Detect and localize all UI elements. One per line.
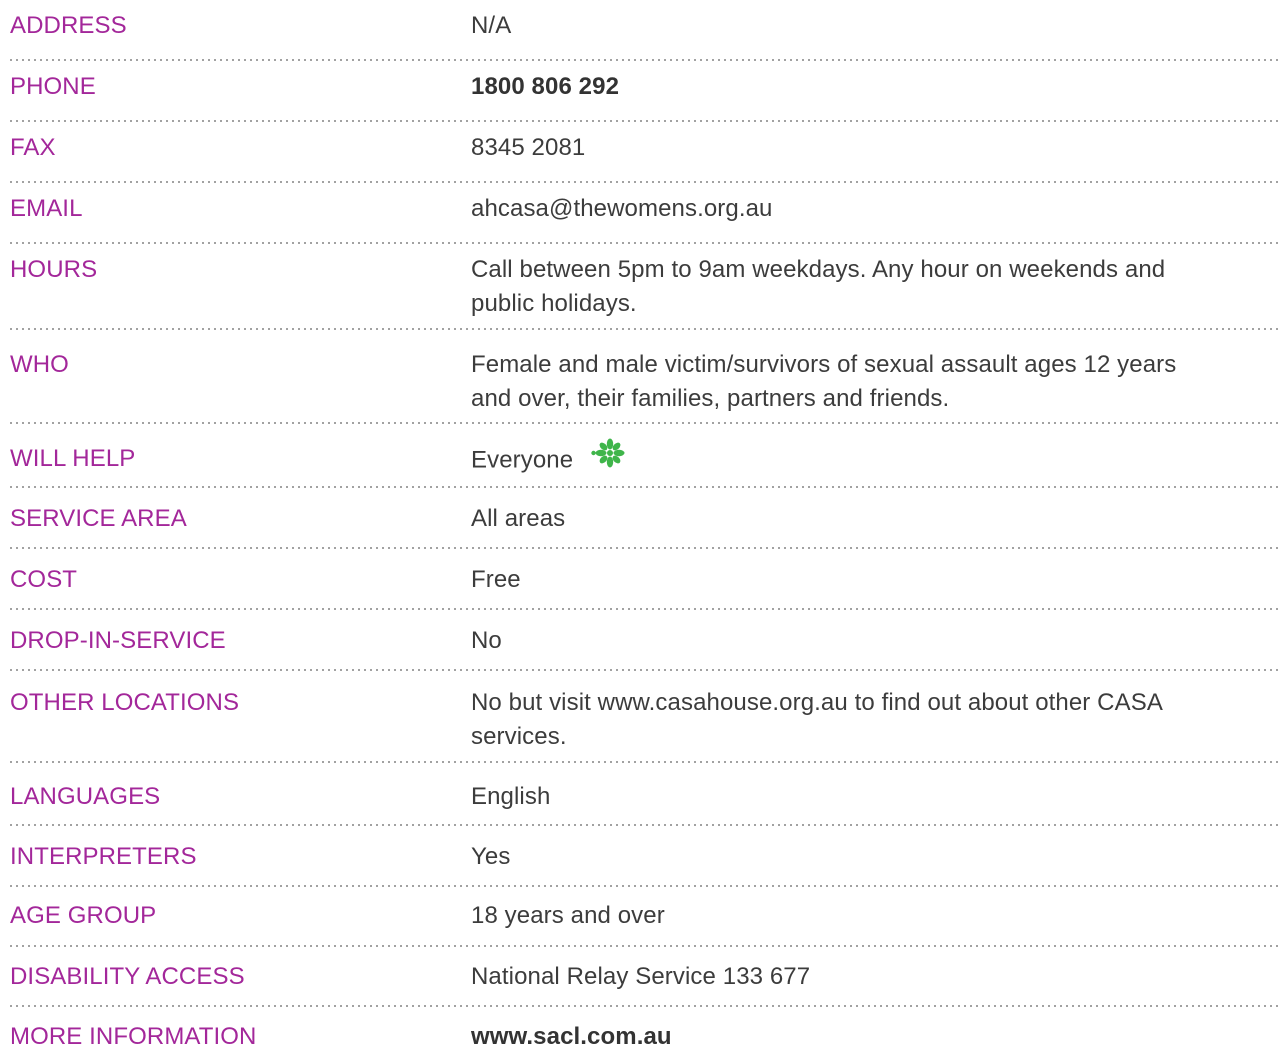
more-information-link[interactable]: www.sacl.com.au	[471, 1020, 1271, 1054]
row-more-information: MORE INFORMATION www.sacl.com.au	[0, 1020, 1281, 1050]
will-help-text: Everyone	[471, 446, 574, 474]
row-disability-access: DISABILITY ACCESS National Relay Service…	[0, 960, 1281, 1007]
cost-value: Free	[471, 566, 521, 593]
phone-label: PHONE	[10, 73, 96, 100]
drop-in-service-label: DROP-IN-SERVICE	[10, 627, 226, 654]
hours-label: HOURS	[10, 256, 98, 283]
interpreters-label: INTERPRETERS	[10, 843, 197, 870]
who-value-line-2: and over, their families, partners and f…	[471, 385, 950, 412]
hours-value-line-1: Call between 5pm to 9am weekdays. Any ho…	[471, 256, 1166, 283]
row-address: ADDRESS N/A	[0, 9, 1281, 61]
row-service-area: SERVICE AREA All areas	[0, 502, 1281, 549]
service-area-value: All areas	[471, 505, 566, 532]
will-help-value: Everyone	[471, 438, 1271, 480]
other-locations-label: OTHER LOCATIONS	[10, 689, 240, 716]
who-value-line-1: Female and male victim/survivors of sexu…	[471, 351, 1177, 378]
phone-value[interactable]: 1800 806 292	[471, 70, 1271, 104]
disability-access-value: National Relay Service 133 677	[471, 963, 811, 990]
row-who: WHO Female and male victim/survivors of …	[0, 348, 1281, 424]
disability-access-label: DISABILITY ACCESS	[10, 963, 245, 990]
interpreters-value: Yes	[471, 843, 511, 870]
hours-value: Call between 5pm to 9am weekdays. Any ho…	[471, 253, 1271, 321]
languages-value: English	[471, 783, 551, 810]
who-label: WHO	[10, 351, 69, 378]
service-area-label: SERVICE AREA	[10, 505, 187, 532]
row-hours: HOURS Call between 5pm to 9am weekdays. …	[0, 253, 1281, 330]
row-interpreters: INTERPRETERS Yes	[0, 840, 1281, 887]
who-value: Female and male victim/survivors of sexu…	[471, 348, 1271, 416]
fax-value: 8345 2081	[471, 134, 586, 161]
age-group-value: 18 years and over	[471, 902, 665, 929]
email-value[interactable]: ahcasa@thewomens.org.au	[471, 192, 1271, 226]
green-flower-icon	[591, 436, 629, 480]
age-group-label: AGE GROUP	[10, 902, 157, 929]
email-label: EMAIL	[10, 195, 83, 222]
languages-label: LANGUAGES	[10, 783, 161, 810]
hours-value-line-2: public holidays.	[471, 290, 637, 317]
other-locations-value: No but visit www.casahouse.org.au to fin…	[471, 686, 1271, 754]
row-drop-in-service: DROP-IN-SERVICE No	[0, 624, 1281, 671]
row-email: EMAIL ahcasa@thewomens.org.au	[0, 192, 1281, 244]
row-will-help: WILL HELP Everyone	[0, 438, 1281, 488]
other-locations-value-line-2: services.	[471, 723, 567, 750]
other-locations-value-line-1: No but visit www.casahouse.org.au to fin…	[471, 689, 1163, 716]
row-other-locations: OTHER LOCATIONS No but visit www.casahou…	[0, 686, 1281, 763]
row-phone: PHONE 1800 806 292	[0, 70, 1281, 122]
more-information-label: MORE INFORMATION	[10, 1023, 257, 1050]
drop-in-service-value: No	[471, 627, 502, 654]
row-age-group: AGE GROUP 18 years and over	[0, 899, 1281, 947]
row-fax: FAX 8345 2081	[0, 131, 1281, 183]
cost-label: COST	[10, 566, 78, 593]
row-cost: COST Free	[0, 563, 1281, 610]
address-value: N/A	[471, 12, 512, 39]
row-languages: LANGUAGES English	[0, 780, 1281, 826]
will-help-label: WILL HELP	[10, 445, 136, 472]
address-label: ADDRESS	[10, 12, 127, 39]
fax-label: FAX	[10, 134, 56, 161]
